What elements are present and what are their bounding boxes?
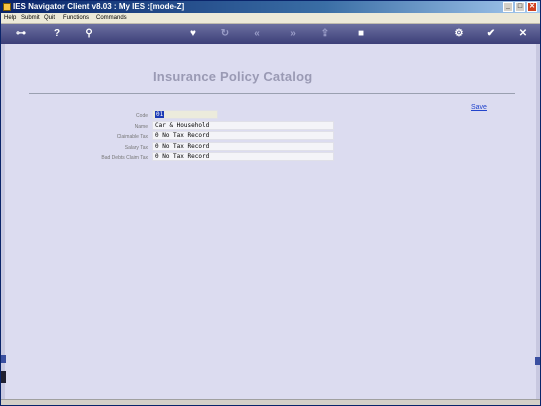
menu-item-quit[interactable]: Quit <box>44 13 55 24</box>
salary-tax-field[interactable]: 0 No Tax Record <box>152 142 334 151</box>
confirm-icon[interactable]: ✔ <box>485 28 497 40</box>
menu-item-help[interactable]: Help <box>4 13 16 24</box>
menu-bar: Help Submit Quit Functions Commands <box>1 13 540 24</box>
minimize-icon[interactable]: _ <box>503 2 513 12</box>
stop-icon[interactable]: ■ <box>355 28 367 40</box>
search-icon[interactable]: ⚲ <box>83 28 95 40</box>
code-label: Code <box>136 113 148 119</box>
save-link[interactable]: Save <box>471 104 487 111</box>
maximize-icon[interactable]: □ <box>515 2 525 12</box>
settings-icon[interactable]: ⚙ <box>453 28 465 40</box>
menu-item-commands[interactable]: Commands <box>96 13 127 24</box>
key-icon[interactable]: ⊶ <box>11 28 31 40</box>
claimable-tax-label: Claimable Tax <box>116 134 148 140</box>
close-icon[interactable]: ✕ <box>527 2 537 12</box>
help-icon[interactable]: ? <box>51 28 63 40</box>
left-panel-icon[interactable] <box>1 371 6 383</box>
name-field[interactable]: Car & Household <box>152 121 334 130</box>
toolbar: ⊶ ? ⚲ ♥ ↻ « » ⇪ ■ ⚙ ✔ ✕ <box>1 24 540 44</box>
mode-indicator: [mode-Z] <box>150 2 185 11</box>
salary-tax-label: Salary Tax <box>124 145 148 151</box>
status-bar <box>1 399 540 405</box>
code-field[interactable]: 01 <box>152 110 218 119</box>
last-record-icon[interactable]: » <box>287 28 299 40</box>
claimable-tax-field[interactable]: 0 No Tax Record <box>152 131 334 140</box>
export-icon[interactable]: ⇪ <box>319 28 331 40</box>
left-panel-strip <box>1 44 5 399</box>
menu-item-submit[interactable]: Submit <box>21 13 40 24</box>
menu-item-functions[interactable]: Functions <box>63 13 89 24</box>
app-icon <box>3 3 11 11</box>
window-title: IES Navigator Client v8.03 : My IES : <box>13 2 150 11</box>
title-bar: IES Navigator Client v8.03 : My IES : [m… <box>1 1 540 13</box>
app-window: IES Navigator Client v8.03 : My IES : [m… <box>0 0 541 406</box>
title-divider <box>29 93 515 94</box>
right-panel-handle[interactable] <box>535 357 540 365</box>
main-content <box>1 44 540 399</box>
bad-debts-claim-tax-field[interactable]: 0 No Tax Record <box>152 152 334 161</box>
heart-icon[interactable]: ♥ <box>187 28 199 40</box>
page-title: Insurance Policy Catalog <box>153 69 313 84</box>
name-label: Name <box>134 124 148 130</box>
right-panel-strip <box>536 44 540 399</box>
refresh-icon[interactable]: ↻ <box>219 28 231 40</box>
code-value: 01 <box>155 111 165 118</box>
first-record-icon[interactable]: « <box>251 28 263 40</box>
left-panel-handle[interactable] <box>1 355 6 363</box>
bad-debts-claim-tax-label: Bad Debts Claim Tax <box>101 155 148 161</box>
cancel-icon[interactable]: ✕ <box>517 28 529 40</box>
